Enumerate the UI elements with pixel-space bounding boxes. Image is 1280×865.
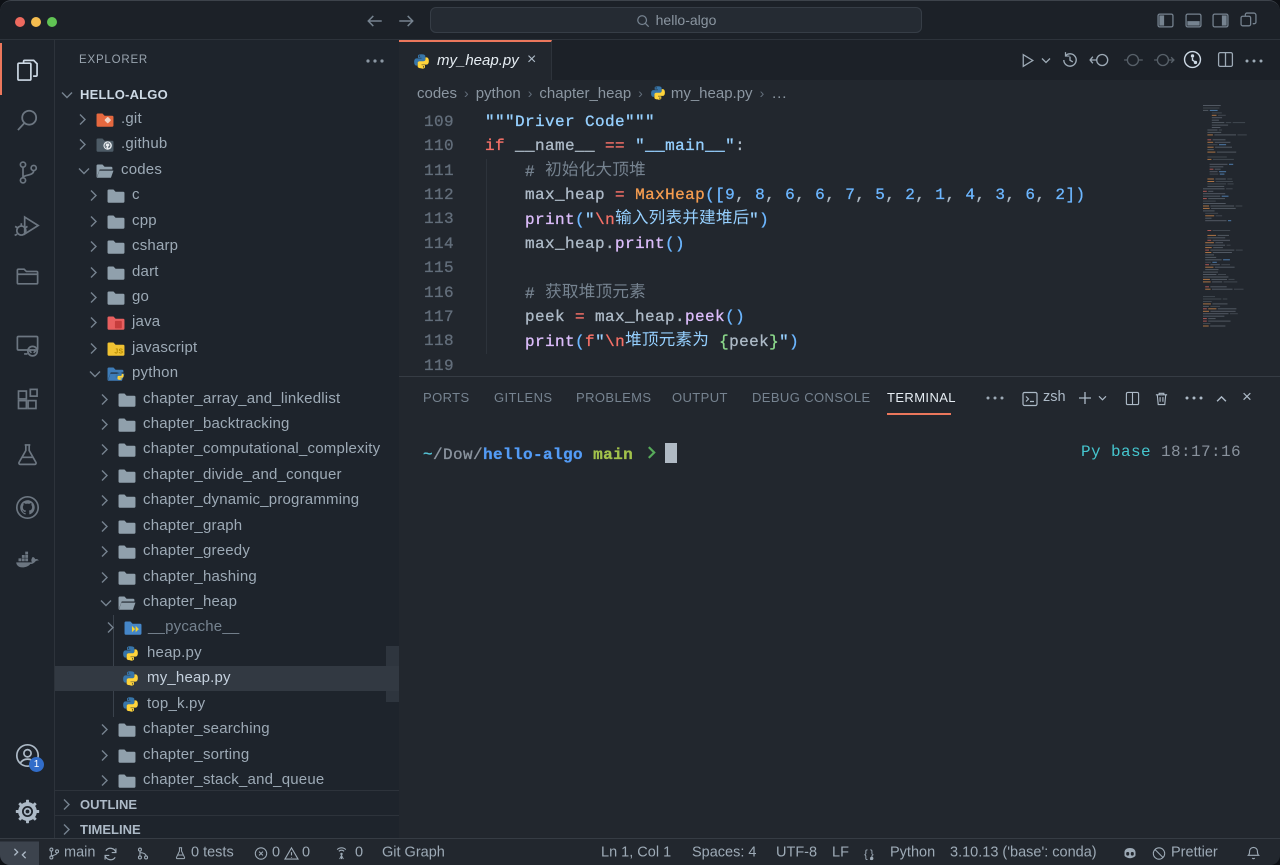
svg-text:JS: JS xyxy=(114,348,123,355)
